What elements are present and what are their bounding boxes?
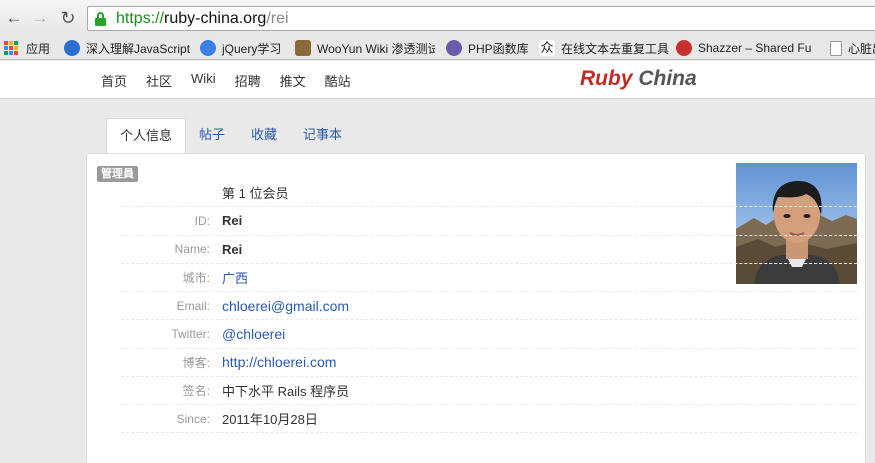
nav-jobs[interactable]: 招聘	[235, 71, 261, 90]
profile-panel: 管理員 第 1 位会员 ID: Rei Name: Rei 城市: 广西 Ema…	[86, 153, 866, 463]
since-row: Since: 2011年10月28日	[121, 405, 857, 434]
bookmark-shazzer[interactable]: Shazzer – Shared Fu	[676, 38, 818, 58]
bookmarks-bar: 应用 深入理解JavaScript jQuery学习 WooYun Wiki 渗…	[0, 36, 875, 60]
bookmark-jquery[interactable]: jQuery学习	[200, 38, 281, 58]
name-row: Name: Rei	[121, 236, 857, 264]
twitter-row: Twitter: @chloerei	[121, 320, 857, 349]
document-icon	[830, 40, 842, 56]
bookmark-site-icon	[200, 40, 216, 56]
bookmark-text-tool[interactable]: 众 在线文本去重复工具	[539, 38, 669, 58]
text-tool-icon: 众	[539, 40, 555, 56]
back-arrow-icon[interactable]: ←	[4, 8, 24, 28]
nav-tweets[interactable]: 推文	[280, 71, 306, 90]
user-name: Rei	[222, 241, 243, 257]
address-bar[interactable]: https://ruby-china.org/rei	[87, 6, 875, 31]
logo-ruby: Ruby	[580, 67, 633, 90]
browser-toolbar: ← → ↻ https://ruby-china.org/rei	[0, 0, 875, 36]
forward-arrow-icon[interactable]: →	[30, 8, 50, 28]
signature-row: 签名: 中下水平 Rails 程序员	[121, 377, 857, 405]
twitter-link[interactable]: @chloerei	[222, 326, 285, 342]
id-row: ID: Rei	[121, 207, 857, 236]
signature: 中下水平 Rails 程序员	[222, 383, 350, 399]
bookmark-javascript[interactable]: 深入理解JavaScript	[64, 38, 190, 58]
tab-notes[interactable]: 记事本	[290, 118, 355, 154]
member-number-row: 第 1 位会员	[121, 179, 857, 208]
bookmark-php[interactable]: PHP函数库	[446, 38, 529, 58]
blog-link[interactable]: http://chloerei.com	[222, 354, 336, 370]
bookmark-wooyun[interactable]: WooYun Wiki 渗透测试	[295, 38, 435, 58]
tab-favorites[interactable]: 收藏	[238, 118, 290, 154]
row-label: Email:	[176, 298, 210, 313]
main-nav: 首页 社区 Wiki 招聘 推文 酷站	[101, 71, 351, 90]
php-icon	[446, 40, 462, 56]
bookmark-label: Shazzer – Shared Fu	[698, 41, 812, 55]
apps-grid-icon	[4, 41, 18, 55]
profile-info-list: 第 1 位会员 ID: Rei Name: Rei 城市: 广西 Email: …	[121, 179, 857, 434]
row-label: 签名:	[182, 383, 210, 398]
bookmark-label: jQuery学习	[222, 41, 282, 56]
row-label: 博客:	[182, 355, 210, 370]
profile-tabs: 个人信息 帖子 收藏 记事本	[106, 118, 355, 154]
member-number: 第 1 位会员	[222, 186, 289, 202]
bookmark-label: 心脏出	[848, 41, 875, 56]
url-host: ruby-china.org	[164, 10, 267, 27]
nav-community[interactable]: 社区	[146, 71, 172, 90]
site-logo[interactable]: Ruby China	[580, 67, 697, 91]
row-label: Twitter:	[171, 326, 210, 341]
nav-home[interactable]: 首页	[101, 71, 127, 90]
city-row: 城市: 广西	[121, 264, 857, 292]
email-row: Email: chloerei@gmail.com	[121, 292, 857, 321]
user-id: Rei	[222, 213, 243, 229]
bookmark-label: 在线文本去重复工具	[561, 41, 670, 56]
nav-cool-sites[interactable]: 酷站	[325, 71, 351, 90]
url-scheme: https://	[116, 10, 165, 27]
bookmark-label: 深入理解JavaScript	[86, 41, 191, 56]
bookmark-site-icon	[64, 40, 80, 56]
bookmark-label: PHP函数库	[468, 41, 529, 56]
row-label: ID:	[194, 213, 210, 228]
bookmark-label: WooYun Wiki 渗透测试	[317, 41, 435, 56]
join-date: 2011年10月28日	[222, 412, 318, 428]
bookmark-heart[interactable]: 心脏出	[830, 38, 875, 58]
url-path: /rei	[266, 10, 289, 27]
wooyun-icon	[295, 40, 311, 56]
nav-wiki[interactable]: Wiki	[191, 71, 216, 90]
tab-posts[interactable]: 帖子	[186, 118, 238, 154]
reload-icon[interactable]: ↻	[58, 8, 78, 28]
url-text[interactable]: https://ruby-china.org/rei	[116, 10, 289, 28]
bookmark-label: 应用	[26, 41, 51, 56]
blog-row: 博客: http://chloerei.com	[121, 349, 857, 377]
shazzer-icon	[676, 40, 692, 56]
site-header: 首页 社区 Wiki 招聘 推文 酷站 Ruby China	[0, 61, 875, 99]
row-label: 城市:	[182, 270, 210, 285]
tab-profile-info[interactable]: 个人信息	[106, 118, 187, 154]
row-label: Since:	[176, 411, 210, 426]
city-link[interactable]: 广西	[222, 268, 248, 287]
logo-china: China	[638, 67, 697, 90]
email-link[interactable]: chloerei@gmail.com	[222, 298, 349, 314]
row-label: Name:	[174, 242, 210, 257]
lock-icon	[95, 12, 106, 26]
bookmark-apps[interactable]: 应用	[4, 38, 50, 58]
